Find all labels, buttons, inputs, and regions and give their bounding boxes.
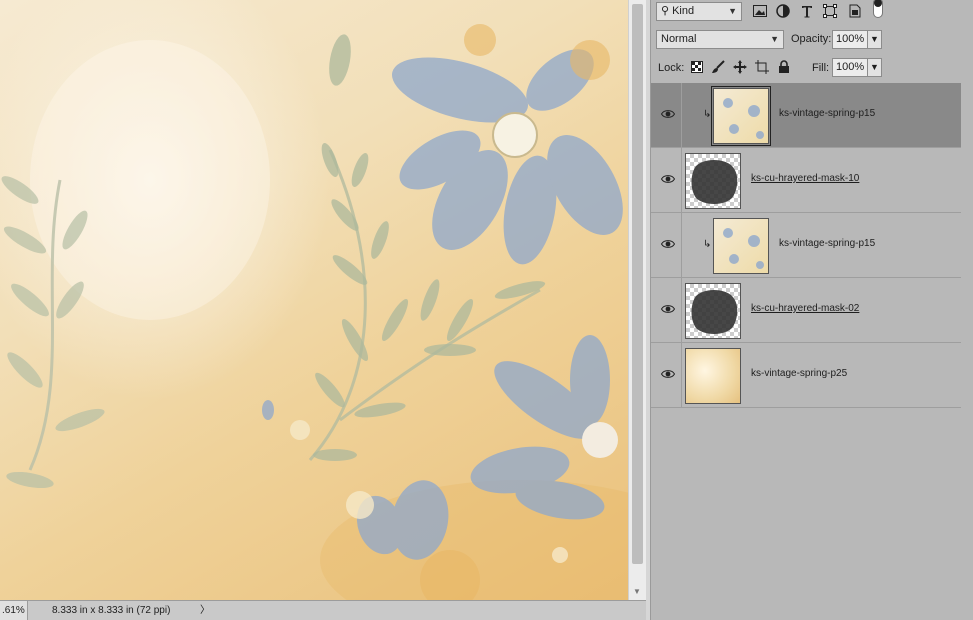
- vertical-scrollbar[interactable]: ▼: [628, 0, 646, 600]
- chevron-down-icon: ▼: [770, 34, 779, 44]
- scrollbar-thumb[interactable]: [632, 4, 643, 564]
- visibility-column-divider: [681, 83, 682, 147]
- layer-thumbnail[interactable]: [685, 283, 741, 339]
- filter-kind-label: Kind: [672, 5, 695, 17]
- layer-row[interactable]: ks-cu-hrayered-mask-10: [651, 148, 961, 213]
- visibility-column-divider: [681, 278, 682, 342]
- layer-row[interactable]: ↳ ks-vintage-spring-p15: [651, 83, 961, 148]
- opacity-input[interactable]: 100%: [832, 30, 868, 49]
- visibility-column-divider: [681, 343, 682, 407]
- zoom-level[interactable]: .61%: [0, 601, 28, 620]
- filter-toggle-icon[interactable]: [870, 0, 886, 18]
- eye-visibility-icon[interactable]: [660, 109, 676, 119]
- layer-thumbnail[interactable]: [713, 88, 769, 144]
- layer-thumbnail[interactable]: [685, 348, 741, 404]
- visibility-column-divider: [681, 148, 682, 212]
- photoshop-window: ▼ .61% 8.333 in x 8.333 in (72 ppi) 〉 ⚲ K…: [0, 0, 973, 620]
- status-bar: .61% 8.333 in x 8.333 in (72 ppi) 〉: [0, 600, 646, 620]
- layer-name[interactable]: ks-vintage-spring-p15: [779, 238, 875, 249]
- eye-visibility-icon[interactable]: [660, 369, 676, 379]
- lock-pixels-icon[interactable]: [710, 59, 726, 75]
- smart-object-filter-icon[interactable]: [847, 3, 863, 19]
- layer-row[interactable]: ks-vintage-spring-p25: [651, 343, 961, 408]
- layer-thumbnail[interactable]: [685, 153, 741, 209]
- lock-position-icon[interactable]: [732, 59, 748, 75]
- visibility-column-divider: [681, 213, 682, 277]
- fill-label: Fill:: [812, 62, 830, 74]
- lock-artboard-icon[interactable]: [754, 59, 770, 75]
- clipping-mask-arrow-icon: ↳: [703, 239, 712, 250]
- chevron-down-icon: ▼: [728, 6, 737, 16]
- layers-list: ↳ ks-vintage-spring-p15 ks-cu-hrayered-mas…: [651, 83, 961, 408]
- type-filter-icon[interactable]: [799, 3, 815, 19]
- shape-filter-icon[interactable]: [822, 3, 838, 19]
- lock-all-icon[interactable]: [776, 59, 792, 75]
- layer-name[interactable]: ks-vintage-spring-p15: [779, 108, 875, 119]
- lock-transparency-icon[interactable]: [689, 59, 705, 75]
- eye-visibility-icon[interactable]: [660, 239, 676, 249]
- opacity-dropdown-arrow-icon[interactable]: ▼: [867, 30, 882, 49]
- eye-visibility-icon[interactable]: [660, 304, 676, 314]
- eye-visibility-icon[interactable]: [660, 174, 676, 184]
- blend-mode-value: Normal: [661, 33, 697, 45]
- scroll-down-arrow-icon[interactable]: ▼: [633, 587, 641, 596]
- search-icon: ⚲: [661, 5, 670, 17]
- layer-row[interactable]: ↳ ks-vintage-spring-p15: [651, 213, 961, 278]
- layer-name[interactable]: ks-vintage-spring-p25: [751, 368, 847, 379]
- opacity-label: Opacity:: [791, 33, 832, 45]
- layers-panel-scroll-track: [961, 83, 973, 620]
- layer-filter-kind-dropdown[interactable]: ⚲ Kind ▼: [656, 2, 742, 21]
- layers-panel: ⚲Kind ▼ Normal ▼ Opacity: 100% ▼ Lock:: [651, 0, 973, 620]
- status-menu-arrow-icon[interactable]: 〉: [200, 601, 210, 620]
- layer-thumbnail[interactable]: [713, 218, 769, 274]
- lock-label: Lock:: [658, 62, 685, 74]
- adjustment-filter-icon[interactable]: [775, 3, 791, 19]
- image-filter-icon[interactable]: [752, 3, 768, 19]
- layer-row[interactable]: ks-cu-hrayered-mask-02: [651, 278, 961, 343]
- canvas-artwork: [1, 24, 628, 600]
- fill-input[interactable]: 100%: [832, 58, 868, 77]
- document-canvas[interactable]: [0, 0, 628, 600]
- document-info: 8.333 in x 8.333 in (72 ppi): [52, 605, 171, 616]
- layer-name[interactable]: ks-cu-hrayered-mask-02: [751, 303, 859, 314]
- fill-dropdown-arrow-icon[interactable]: ▼: [867, 58, 882, 77]
- blend-mode-dropdown[interactable]: Normal ▼: [656, 30, 784, 49]
- layer-name[interactable]: ks-cu-hrayered-mask-10: [751, 173, 859, 184]
